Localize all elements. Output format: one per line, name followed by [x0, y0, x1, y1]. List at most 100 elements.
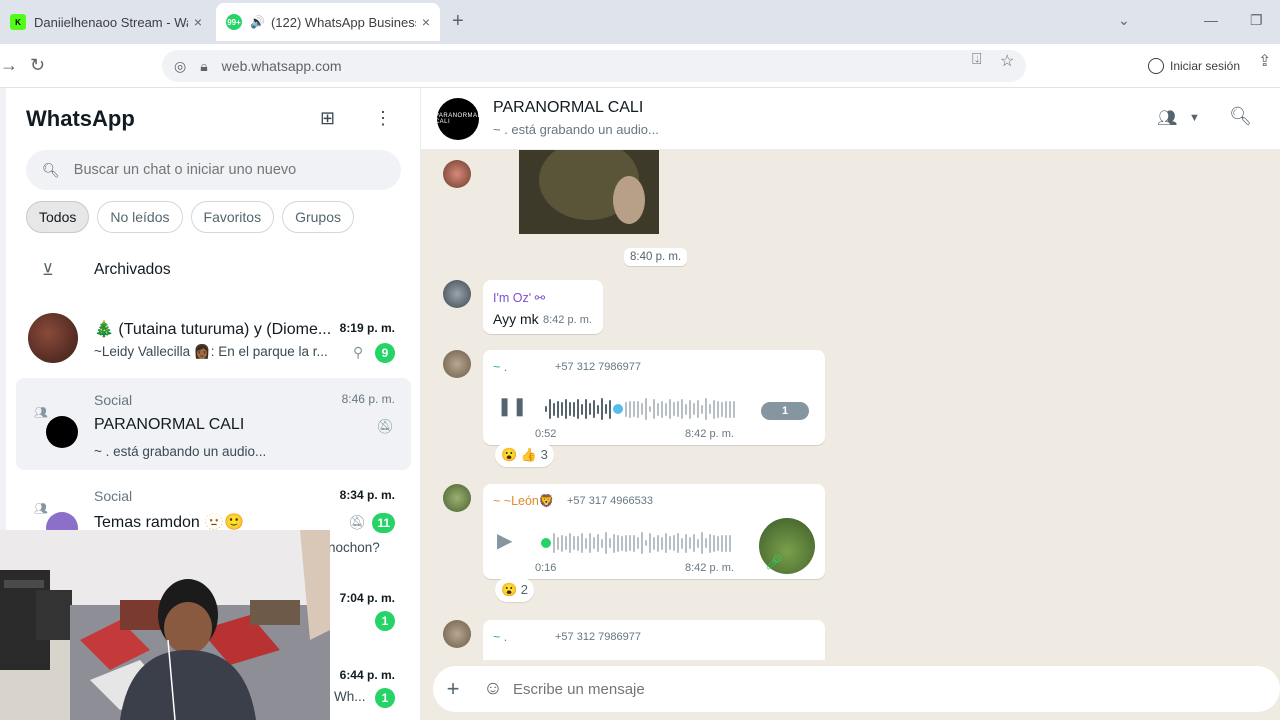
avatar [443, 280, 471, 308]
sender-name: I'm Oz' ⚯ [493, 291, 546, 305]
site-info-icon[interactable]: ◎ [174, 58, 186, 75]
speaker-icon[interactable]: 🔊 [250, 15, 265, 29]
conversation-title[interactable]: PARANORMAL CALI [493, 99, 643, 117]
community-icon[interactable]: 👥︎ [1157, 108, 1177, 128]
tab-whatsapp[interactable]: 99+ 🔊 (122) WhatsApp Business × [216, 3, 440, 41]
message-reactions[interactable]: 😮 👍 3 [495, 443, 554, 467]
waveform-bar [589, 403, 591, 415]
tab-kick[interactable]: K Daniielhenaoo Stream - Watch L × [0, 3, 212, 41]
profile-icon [1148, 58, 1164, 74]
forward-icon[interactable]: → [0, 55, 18, 76]
filter-all[interactable]: Todos [26, 201, 90, 233]
chat-name: 🎄 (Tutaina tuturuma) y (Diome... [94, 321, 332, 338]
chat-preview: ~ . está grabando un audio... [94, 444, 267, 459]
signin-button[interactable]: Iniciar sesión [1138, 51, 1250, 81]
message-time: 8:42 p. m. [685, 428, 734, 440]
play-icon[interactable]: ▶ [497, 528, 512, 553]
close-tab-icon[interactable]: × [422, 14, 430, 30]
playback-speed-button[interactable]: 1 [761, 402, 809, 420]
message-text: Ayy mk [493, 311, 539, 327]
waveform-bar [637, 400, 639, 418]
search-input[interactable] [73, 162, 374, 178]
audio-waveform[interactable] [541, 532, 731, 554]
lock-icon: 🔒︎ [200, 57, 208, 74]
sender-name: ~ . [493, 630, 508, 644]
waveform-bar [593, 400, 595, 418]
waveform-bar [685, 533, 687, 553]
chevron-down-icon[interactable]: ▼ [1189, 112, 1200, 124]
minimize-icon[interactable]: — [1204, 12, 1218, 28]
streamer-video [0, 530, 330, 720]
waveform-bar [717, 535, 719, 551]
waveform-bar [721, 534, 723, 552]
pin-icon: ⚲ [353, 344, 364, 360]
audio-duration: 0:16 [535, 562, 557, 574]
url-text[interactable]: web.whatsapp.com [222, 58, 342, 74]
maximize-icon[interactable]: ❐ [1250, 12, 1263, 29]
image-thumbnail [519, 150, 659, 234]
message-input[interactable] [513, 680, 1113, 698]
waveform-bar [701, 532, 703, 554]
bookmark-star-icon[interactable]: ☆ [1000, 51, 1014, 71]
waveform-bar [625, 534, 627, 552]
address-bar[interactable]: ◎ 🔒︎ web.whatsapp.com [162, 50, 1026, 82]
waveform-bar [637, 537, 639, 549]
chat-list-item[interactable]: 🎄 (Tutaina tuturuma) y (Diome... 8:19 p.… [16, 294, 411, 386]
reload-icon[interactable]: ↻ [30, 55, 45, 76]
unread-badge: 9 [375, 343, 395, 363]
archived-row[interactable]: ⊻ Archivados [26, 248, 171, 292]
tab-search-icon[interactable]: ⌄ [1118, 12, 1130, 29]
new-chat-icon[interactable]: ⊞ [320, 108, 335, 129]
chat-time: 6:44 p. m. [339, 668, 395, 682]
waveform-bar [585, 537, 587, 549]
browser-tab-bar: K Daniielhenaoo Stream - Watch L × 99+ 🔊… [0, 0, 1280, 44]
chat-list-item-selected[interactable]: 👥︎ Social 8:46 p. m. PARANORMAL CALI 🔕︎ … [16, 378, 411, 470]
voice-message[interactable]: ~ . +57 312 7986977 ❚❚ 1 0:52 8:42 p. m. [483, 350, 825, 445]
filter-groups[interactable]: Grupos [282, 201, 355, 233]
chat-preview: nochon? [328, 540, 380, 555]
group-avatar[interactable]: PARANORMAL CALI [435, 98, 481, 140]
waveform-bar [713, 399, 715, 419]
voice-message[interactable]: ~ ~León🦁 +57 317 4966533 ▶ 🎤︎ 0:16 8:42 … [483, 484, 825, 579]
chat-time: 8:46 p. m. [341, 392, 395, 406]
waveform-bar [605, 404, 607, 414]
waveform-bar [553, 402, 555, 416]
waveform-bar [657, 402, 659, 416]
chat-name: Temas ramdon 🫥🙂 [94, 514, 245, 531]
signin-label: Iniciar sesión [1170, 59, 1241, 73]
conversation-header[interactable]: PARANORMAL CALI PARANORMAL CALI ~ . está… [421, 88, 1280, 150]
waveform-bar [725, 534, 727, 552]
sender-phone: +57 312 7986977 [555, 361, 641, 373]
waveform-bar [641, 532, 643, 554]
filter-favorites[interactable]: Favoritos [190, 201, 275, 233]
text-message[interactable]: I'm Oz' ⚯ Ayy mk 8:42 p. m. [483, 280, 603, 334]
pause-icon[interactable]: ❚❚ [497, 396, 527, 417]
waveform-bar [657, 534, 659, 552]
menu-icon[interactable]: ⋮ [374, 108, 392, 129]
filter-unread[interactable]: No leídos [97, 201, 183, 233]
new-tab-button[interactable]: + [452, 10, 464, 33]
waveform-bar [681, 399, 683, 419]
kick-icon: K [10, 14, 26, 30]
waveform-bar [689, 399, 691, 419]
waveform-bar [585, 399, 587, 419]
install-app-icon[interactable]: ⍗ [972, 51, 982, 69]
waveform-bar [665, 402, 667, 416]
attach-plus-icon[interactable]: + [433, 676, 473, 702]
waveform-bar [669, 536, 671, 550]
avatar [46, 416, 78, 448]
image-message[interactable] [519, 150, 659, 234]
waveform-bar [633, 534, 635, 552]
message-reactions[interactable]: 😮 2 [495, 578, 535, 602]
waveform-bar [693, 534, 695, 552]
voice-message[interactable]: ~ . +57 312 7986977 [483, 620, 825, 660]
close-tab-icon[interactable]: × [194, 14, 202, 30]
search-icon[interactable]: 🔍︎ [1229, 106, 1252, 127]
emoji-icon[interactable]: ☺ [473, 678, 513, 700]
audio-duration: 0:52 [535, 428, 557, 440]
audio-waveform[interactable] [545, 398, 735, 420]
search-box[interactable]: 🔍︎ [26, 150, 401, 190]
waveform-bar [729, 400, 731, 418]
waveform-bar [629, 400, 631, 418]
share-icon[interactable]: ⇪ [1258, 51, 1271, 71]
